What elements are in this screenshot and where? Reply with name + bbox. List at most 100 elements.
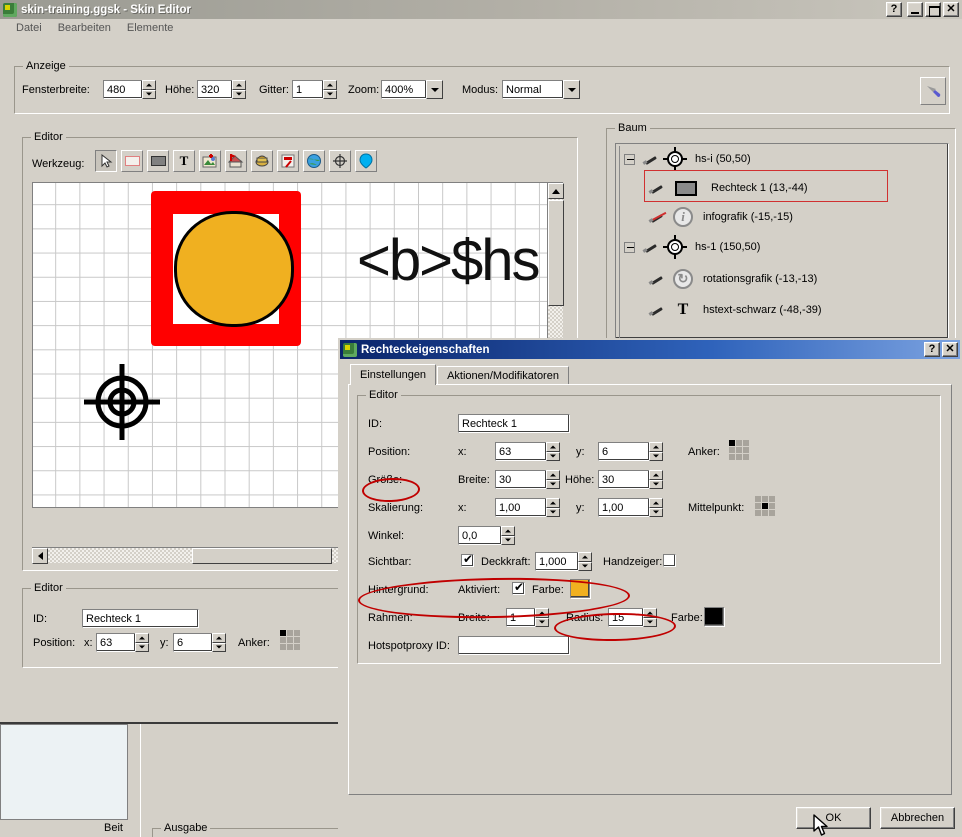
dialog-rahmen-farbe-swatch[interactable] (704, 607, 724, 626)
zoom-select[interactable]: 400% (381, 80, 443, 99)
pen-icon[interactable] (643, 152, 659, 166)
pen-icon[interactable] (643, 240, 659, 254)
dialog-hotspotproxy-input[interactable] (458, 636, 570, 655)
dialog-skalierung-x-input[interactable]: 1,00 (495, 498, 547, 517)
dialog-position-y-stepper[interactable]: 6 (598, 442, 663, 461)
menu-datei[interactable]: Datei (8, 21, 50, 35)
hoehe-spin[interactable] (232, 80, 246, 99)
tool-crosshair-icon[interactable] (329, 150, 351, 172)
dialog-skalierung-y-input[interactable]: 1,00 (598, 498, 650, 517)
dialog-radius-stepper[interactable]: 15 (608, 608, 657, 627)
tool-select-icon[interactable] (95, 150, 117, 172)
tool-button-icon[interactable] (147, 150, 169, 172)
dialog-hintergrund-farbe-swatch[interactable] (570, 579, 590, 598)
dialog-skalierung-x-spin[interactable] (546, 498, 560, 517)
dialog-rahmen-breite-stepper[interactable]: 1 (506, 608, 549, 627)
tool-marker-icon[interactable] (355, 150, 377, 172)
wrench-icon[interactable] (920, 77, 946, 105)
dialog-radius-input[interactable]: 15 (608, 608, 644, 627)
canvas-hscrollbar[interactable] (32, 547, 345, 564)
gitter-spin[interactable] (323, 80, 337, 99)
dialog-deckkraft-spin[interactable] (578, 552, 592, 571)
tool-hotspot-icon[interactable] (225, 150, 247, 172)
dialog-radius-spin[interactable] (643, 608, 657, 627)
bottom-x-input[interactable]: 63 (96, 633, 136, 652)
dialog-breite-input[interactable]: 30 (495, 470, 547, 489)
dialog-winkel-input[interactable]: 0,0 (458, 526, 502, 545)
tree-node-infografik[interactable]: i infografik (-15,-15) (649, 206, 793, 228)
dialog-deckkraft-input[interactable]: 1,000 (535, 552, 579, 571)
bottom-y-input[interactable]: 6 (173, 633, 213, 652)
bottom-anker-grid[interactable] (280, 630, 300, 650)
hscroll-thumb[interactable] (192, 548, 332, 564)
bottom-x-stepper[interactable]: 63 (96, 633, 149, 652)
gitter-stepper[interactable]: 1 (292, 80, 337, 99)
dialog-close-button[interactable]: ✕ (942, 342, 958, 357)
fensterbreite-stepper[interactable]: 480 (103, 80, 156, 99)
dialog-rahmen-breite-input[interactable]: 1 (506, 608, 536, 627)
scroll-up-button[interactable] (548, 183, 564, 199)
cancel-button[interactable]: Abbrechen (880, 807, 955, 829)
hoehe-input[interactable]: 320 (197, 80, 233, 99)
tab-aktionen-modifikatoren[interactable]: Aktionen/Modifikatoren (437, 366, 569, 385)
menu-bearbeiten[interactable]: Bearbeiten (50, 21, 119, 35)
dialog-position-x-input[interactable]: 63 (495, 442, 547, 461)
dialog-rahmen-breite-spin[interactable] (535, 608, 549, 627)
pen-icon[interactable] (649, 210, 667, 224)
canvas-hotspot-icon[interactable] (81, 361, 163, 443)
dialog-help-button[interactable]: ? (924, 342, 940, 357)
gitter-input[interactable]: 1 (292, 80, 324, 99)
tool-note-icon[interactable] (277, 150, 299, 172)
dialog-titlebar[interactable]: Rechteckeigenschaften ? ✕ (340, 340, 960, 359)
window-titlebar[interactable]: skin-training.ggsk - Skin Editor ? ✕ (0, 0, 962, 19)
help-button[interactable]: ? (886, 2, 902, 17)
dialog-hoehe-stepper[interactable]: 30 (598, 470, 663, 489)
dialog-breite-stepper[interactable]: 30 (495, 470, 560, 489)
fensterbreite-input[interactable]: 480 (103, 80, 143, 99)
dialog-id-input[interactable]: Rechteck 1 (458, 414, 570, 433)
dialog-handzeiger-checkbox[interactable] (663, 554, 676, 567)
expander-icon[interactable] (624, 153, 635, 165)
fensterbreite-spin[interactable] (142, 80, 156, 99)
tree-node-rechteck-1[interactable]: Rechteck 1 (13,-44) (649, 177, 808, 199)
dialog-mittelpunkt-grid[interactable] (755, 496, 775, 516)
dialog-position-x-stepper[interactable]: 63 (495, 442, 560, 461)
vscroll-thumb[interactable] (548, 200, 564, 306)
bottom-y-stepper[interactable]: 6 (173, 633, 226, 652)
tree-node-hstext-schwarz[interactable]: T hstext-schwarz (-48,-39) (649, 299, 822, 321)
tool-globe-icon[interactable] (303, 150, 325, 172)
rechteckeigenschaften-dialog[interactable]: Rechteckeigenschaften ? ✕ Einstellungen … (338, 338, 962, 837)
modus-select[interactable]: Normal (502, 80, 580, 99)
tree-node-hs-i[interactable]: hs-i (50,50) (624, 147, 751, 171)
scroll-left-button[interactable] (32, 548, 48, 564)
dialog-breite-spin[interactable] (546, 470, 560, 489)
menu-elemente[interactable]: Elemente (119, 21, 181, 35)
tool-image-icon[interactable] (199, 150, 221, 172)
dialog-skalierung-y-spin[interactable] (649, 498, 663, 517)
dialog-deckkraft-stepper[interactable]: 1,000 (535, 552, 592, 571)
bottom-id-input[interactable]: Rechteck 1 (82, 609, 199, 628)
canvas-rechteck-1-shape[interactable] (174, 211, 294, 327)
ok-button[interactable]: OK (796, 807, 871, 829)
dialog-hoehe-spin[interactable] (649, 470, 663, 489)
tree-node-rotationsgrafik[interactable]: ↻ rotationsgrafik (-13,-13) (649, 268, 817, 290)
dialog-anker-grid[interactable] (729, 440, 749, 460)
dialog-position-y-input[interactable]: 6 (598, 442, 650, 461)
pen-icon[interactable] (649, 181, 665, 195)
dialog-hoehe-input[interactable]: 30 (598, 470, 650, 489)
tool-text-icon[interactable]: T (173, 150, 195, 172)
element-tree[interactable]: hs-i (50,50) Rechteck 1 (13,-44) i infog… (615, 143, 949, 339)
close-button[interactable]: ✕ (943, 2, 959, 17)
tool-rectangle-icon[interactable] (121, 150, 143, 172)
modus-value[interactable]: Normal (502, 80, 564, 99)
dialog-sichtbar-checkbox[interactable] (461, 552, 474, 567)
canvas-text-element[interactable]: <b>$hs (357, 227, 541, 294)
expander-icon[interactable] (624, 241, 635, 253)
bottom-y-spin[interactable] (212, 633, 226, 652)
chevron-down-icon[interactable] (563, 80, 580, 99)
maximize-button[interactable] (925, 2, 941, 17)
tab-einstellungen[interactable]: Einstellungen (350, 364, 437, 385)
dialog-winkel-spin[interactable] (501, 526, 515, 545)
pen-icon[interactable] (649, 303, 665, 317)
dialog-skalierung-x-stepper[interactable]: 1,00 (495, 498, 560, 517)
